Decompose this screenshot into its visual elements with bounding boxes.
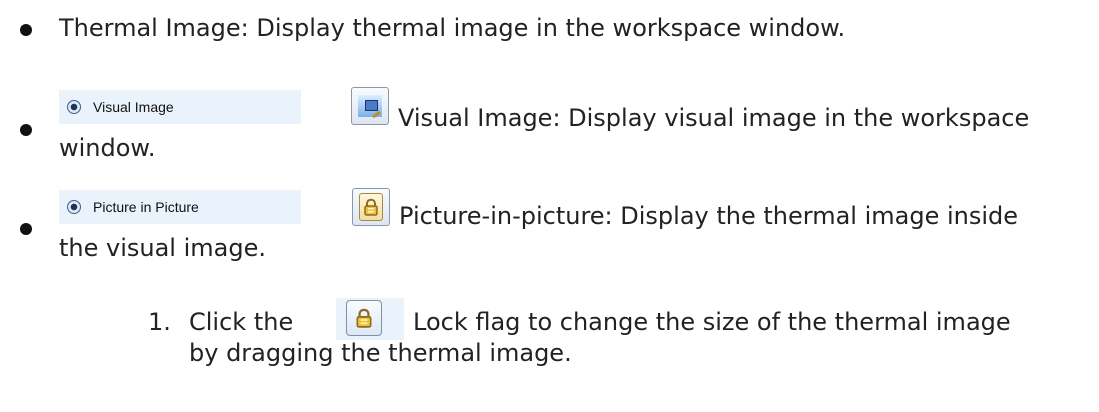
lock-icon <box>359 193 383 221</box>
picture-in-picture-description-line-1: Picture-in-picture: Display the thermal … <box>399 202 1019 230</box>
visual-image-radio-option[interactable]: Visual Image <box>59 90 301 124</box>
numbered-step-after-icon: Lock flag to change the size of the ther… <box>413 308 1011 336</box>
lock-icon <box>356 308 372 328</box>
inline-lock-button[interactable] <box>346 300 382 336</box>
numbered-step-number: 1. <box>148 308 171 336</box>
visual-image-radio-label: Visual Image <box>93 99 174 115</box>
visual-image-button[interactable] <box>351 87 389 125</box>
bullet-icon <box>20 223 32 235</box>
bullet-icon <box>20 124 32 136</box>
picture-in-picture-radio-option[interactable]: Picture in Picture <box>59 190 301 224</box>
visual-image-description-line-1: Visual Image: Display visual image in th… <box>398 104 1030 132</box>
thermal-image-description: Thermal Image: Display thermal image in … <box>59 14 846 42</box>
visual-image-description-line-2: window. <box>59 134 156 162</box>
picture-in-picture-lock-button[interactable] <box>352 188 390 226</box>
numbered-step-before-icon: Click the <box>189 308 294 336</box>
bullet-icon <box>20 24 32 36</box>
visual-image-icon <box>358 95 382 117</box>
radio-selected-icon <box>67 100 81 114</box>
picture-in-picture-radio-label: Picture in Picture <box>93 199 199 215</box>
numbered-step-line-2: by dragging the thermal image. <box>189 339 572 367</box>
radio-selected-icon <box>67 200 81 214</box>
picture-in-picture-description-line-2: the visual image. <box>59 234 266 262</box>
